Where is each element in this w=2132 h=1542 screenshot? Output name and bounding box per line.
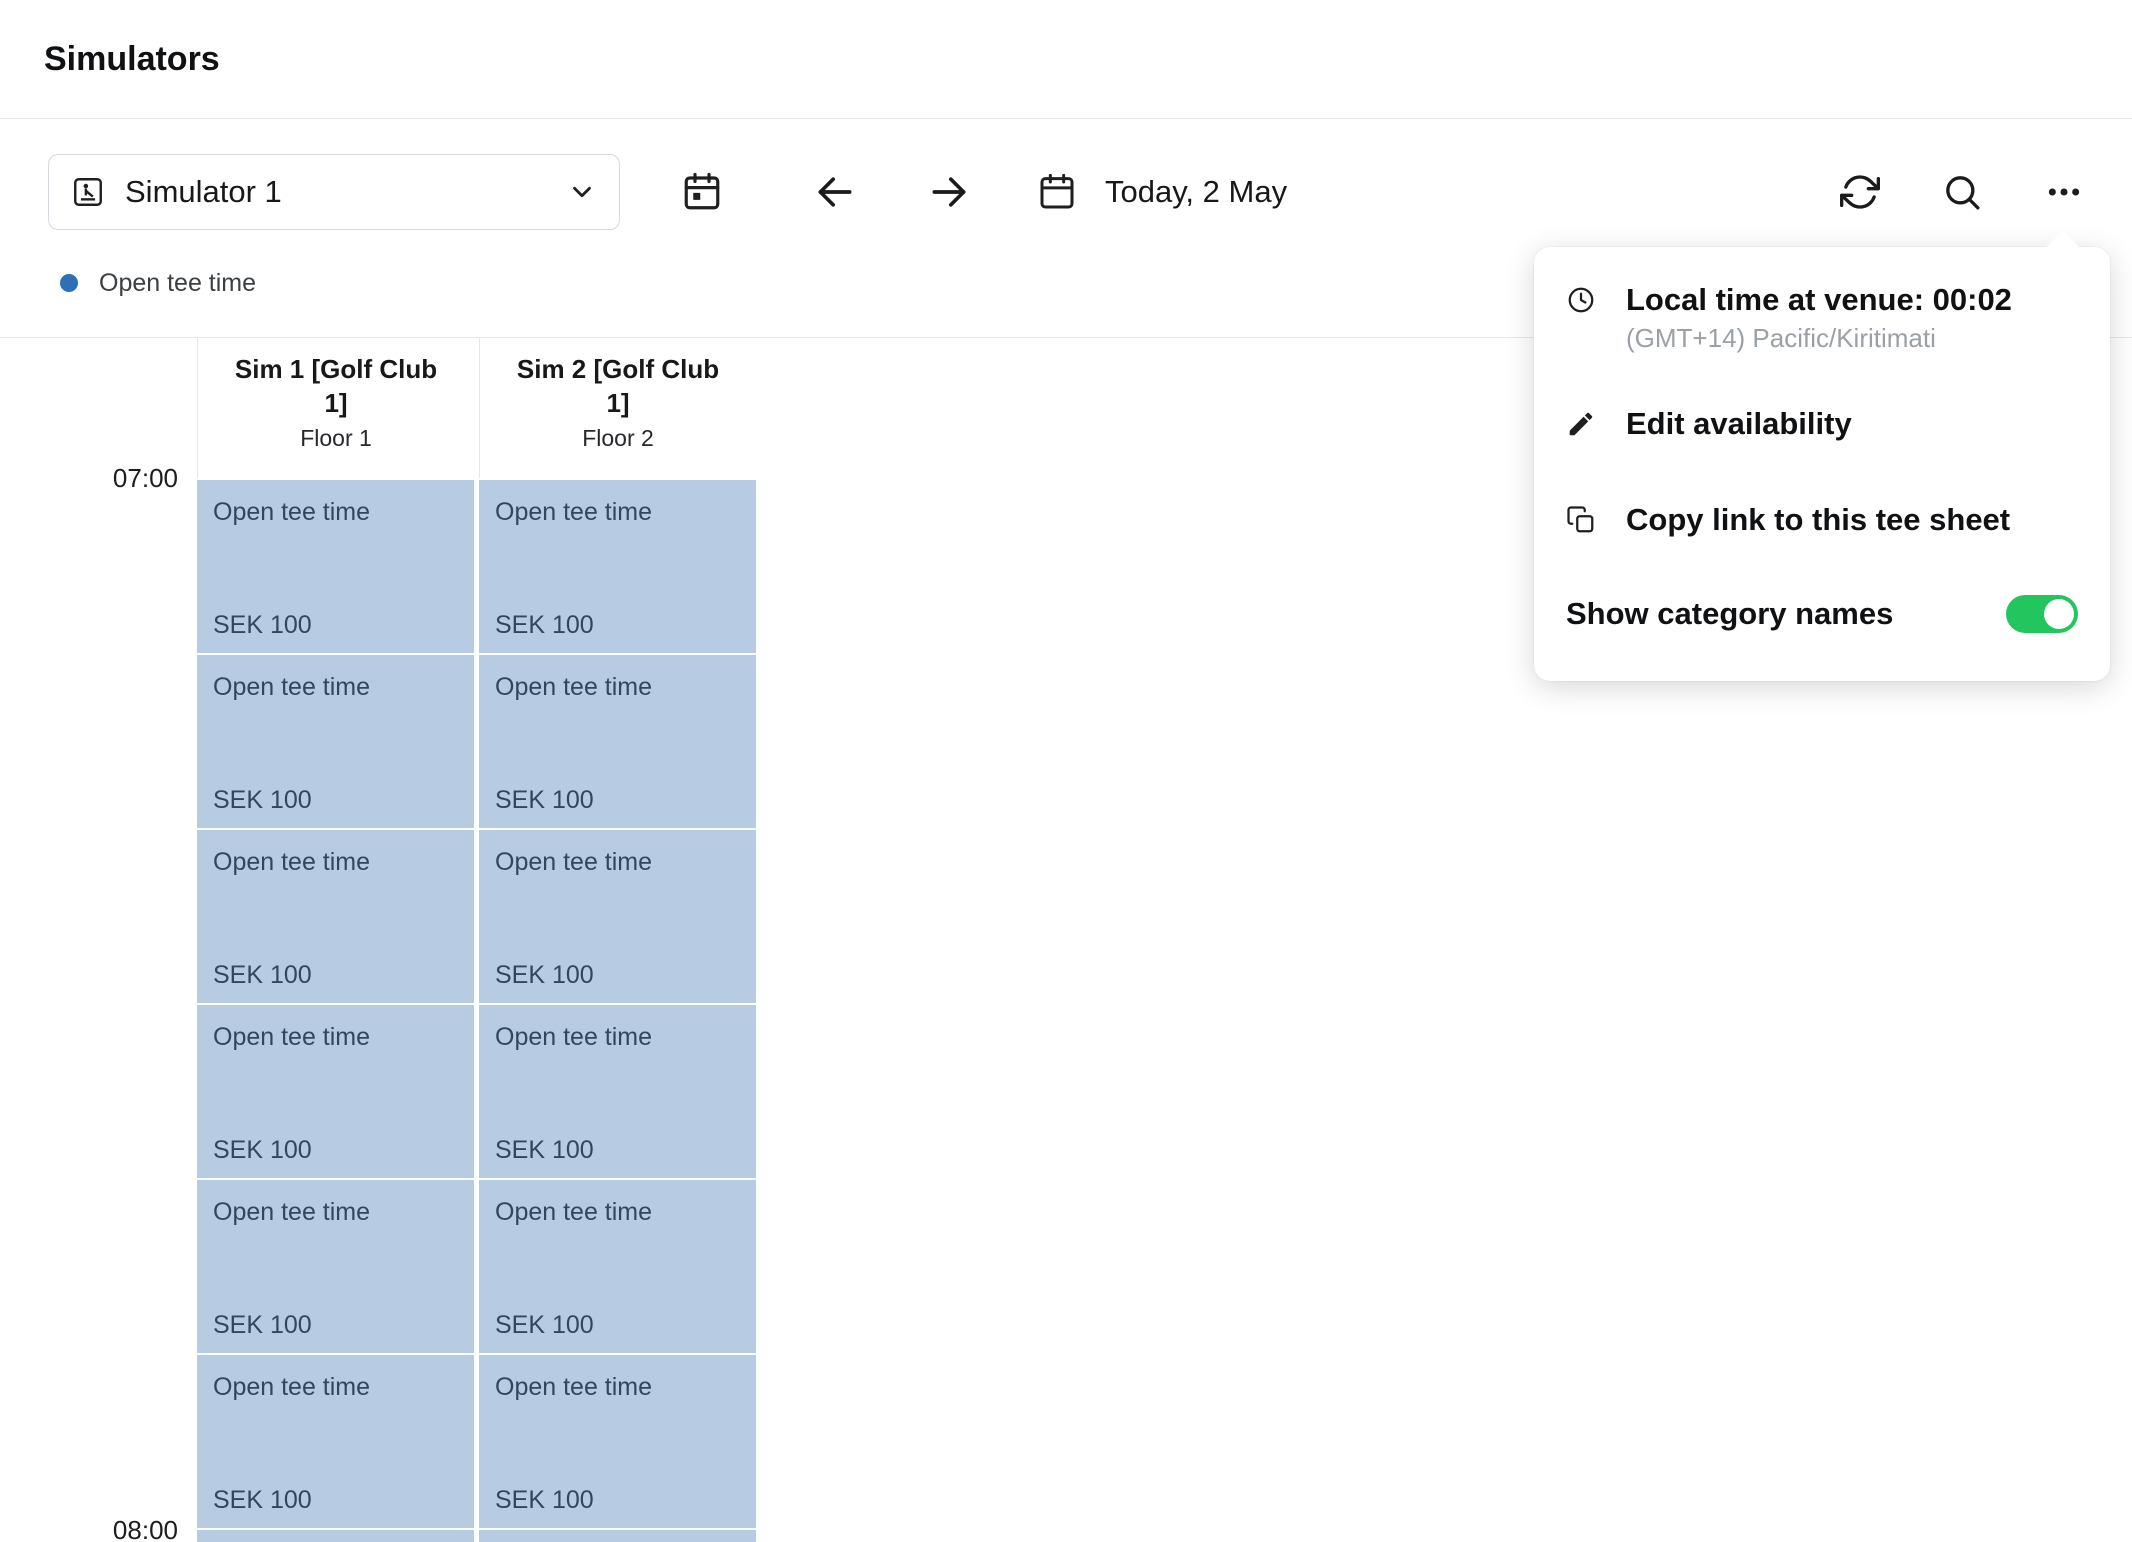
tee-time-slot[interactable]: Open tee time SEK 100 (479, 1528, 756, 1542)
slot-price: SEK 100 (213, 611, 312, 640)
copy-link-label: Copy link to this tee sheet (1626, 501, 2010, 539)
legend-label: Open tee time (99, 269, 256, 298)
grid-columns: Sim 1 [Golf Club 1] Floor 1 Open tee tim… (197, 338, 756, 1542)
time-label: 08:00 (18, 1514, 178, 1542)
tee-time-slot[interactable]: Open tee time SEK 100 (479, 828, 756, 1003)
show-category-names-row: Show category names (1566, 595, 2078, 633)
pencil-icon (1566, 409, 1596, 439)
slot-label: Open tee time (479, 1530, 756, 1542)
simulator-select-value: Simulator 1 (125, 174, 282, 210)
slot-price: SEK 100 (495, 961, 594, 990)
copy-icon (1566, 505, 1596, 535)
date-picker-button[interactable] (678, 168, 726, 216)
local-time-title: Local time at venue: 00:02 (1626, 281, 2012, 319)
page-header: Simulators (0, 0, 2132, 119)
slot-price: SEK 100 (213, 1486, 312, 1515)
sim-column: Sim 2 [Golf Club 1] Floor 2 Open tee tim… (479, 338, 756, 1542)
slot-label: Open tee time (197, 1180, 474, 1227)
more-options-button[interactable] (2040, 168, 2088, 216)
simulator-icon (71, 175, 105, 209)
slot-label: Open tee time (197, 480, 474, 527)
time-label: 07:00 (18, 462, 178, 494)
slot-label: Open tee time (197, 1530, 474, 1542)
menu-notch (2045, 231, 2082, 268)
slot-price: SEK 100 (495, 786, 594, 815)
tee-time-slot[interactable]: Open tee time SEK 100 (197, 828, 474, 1003)
more-options-icon (2044, 172, 2084, 212)
show-category-names-toggle[interactable] (2006, 595, 2078, 633)
simulator-select[interactable]: Simulator 1 (48, 154, 620, 230)
tee-time-slot[interactable]: Open tee time SEK 100 (479, 1353, 756, 1528)
column-title: Sim 2 [Golf Club 1] (510, 352, 726, 420)
search-icon (1942, 172, 1982, 212)
slot-price: SEK 100 (213, 961, 312, 990)
slot-label: Open tee time (479, 1355, 756, 1402)
next-day-button[interactable] (925, 168, 973, 216)
toolbar: Simulator 1 (48, 154, 2088, 230)
clock-icon (1566, 285, 1596, 315)
slot-price: SEK 100 (495, 1486, 594, 1515)
tee-time-slot[interactable]: Open tee time SEK 100 (479, 478, 756, 653)
slot-price: SEK 100 (495, 611, 594, 640)
slot-label: Open tee time (479, 480, 756, 527)
tee-time-slot[interactable]: Open tee time SEK 100 (197, 478, 474, 653)
column-title: Sim 1 [Golf Club 1] (228, 352, 444, 420)
menu-item-edit-availability[interactable]: Edit availability (1566, 405, 2078, 443)
open-tee-time-dot (60, 274, 78, 292)
local-time-subtitle: (GMT+14) Pacific/Kiritimati (1626, 321, 2012, 355)
tee-time-slot[interactable]: Open tee time SEK 100 (479, 1003, 756, 1178)
slot-price: SEK 100 (495, 1136, 594, 1165)
slot-label: Open tee time (197, 1355, 474, 1402)
tee-time-slot[interactable]: Open tee time SEK 100 (197, 1003, 474, 1178)
slot-price: SEK 100 (213, 1136, 312, 1165)
column-slots: Open tee time SEK 100 Open tee time SEK … (479, 478, 756, 1542)
current-date-control[interactable]: Today, 2 May (1037, 172, 1287, 212)
slot-label: Open tee time (479, 1005, 756, 1052)
slot-price: SEK 100 (495, 1311, 594, 1340)
tee-time-slot[interactable]: Open tee time SEK 100 (197, 653, 474, 828)
refresh-icon (1840, 172, 1880, 212)
local-time-row: Local time at venue: 00:02 (GMT+14) Paci… (1566, 281, 2078, 355)
slot-label: Open tee time (479, 1180, 756, 1227)
column-subtitle: Floor 1 (228, 425, 444, 452)
options-menu: Local time at venue: 00:02 (GMT+14) Paci… (1534, 247, 2110, 681)
slot-label: Open tee time (479, 655, 756, 702)
toggle-knob (2044, 599, 2074, 629)
arrow-right-icon (927, 170, 971, 214)
refresh-button[interactable] (1836, 168, 1884, 216)
slot-price: SEK 100 (213, 1311, 312, 1340)
column-header: Sim 1 [Golf Club 1] Floor 1 (197, 338, 474, 478)
tee-time-slot[interactable]: Open tee time SEK 100 (197, 1178, 474, 1353)
slot-label: Open tee time (197, 655, 474, 702)
calendar-icon (1037, 172, 1077, 212)
tee-time-slot[interactable]: Open tee time SEK 100 (197, 1353, 474, 1528)
page-title: Simulators (44, 40, 220, 79)
date-picker-calendar-icon (681, 171, 723, 213)
tee-time-slot[interactable]: Open tee time SEK 100 (479, 653, 756, 828)
legend: Open tee time (60, 270, 256, 296)
slot-label: Open tee time (197, 1005, 474, 1052)
chevron-down-icon (567, 177, 597, 207)
search-button[interactable] (1938, 168, 1986, 216)
edit-availability-label: Edit availability (1626, 405, 1852, 443)
column-slots: Open tee time SEK 100 Open tee time SEK … (197, 478, 474, 1542)
simulators-page: Simulators Simulator 1 (0, 0, 2132, 1542)
sim-column: Sim 1 [Golf Club 1] Floor 1 Open tee tim… (197, 338, 474, 1542)
previous-day-button[interactable] (811, 168, 859, 216)
slot-price: SEK 100 (213, 786, 312, 815)
arrow-left-icon (813, 170, 857, 214)
show-category-names-label: Show category names (1566, 596, 1893, 632)
slot-label: Open tee time (479, 830, 756, 877)
slot-label: Open tee time (197, 830, 474, 877)
menu-item-copy-link[interactable]: Copy link to this tee sheet (1566, 501, 2078, 539)
current-date-label: Today, 2 May (1105, 174, 1287, 210)
tee-time-slot[interactable]: Open tee time SEK 100 (479, 1178, 756, 1353)
column-subtitle: Floor 2 (510, 425, 726, 452)
tee-time-slot[interactable]: Open tee time SEK 100 (197, 1528, 474, 1542)
column-header: Sim 2 [Golf Club 1] Floor 2 (479, 338, 756, 478)
